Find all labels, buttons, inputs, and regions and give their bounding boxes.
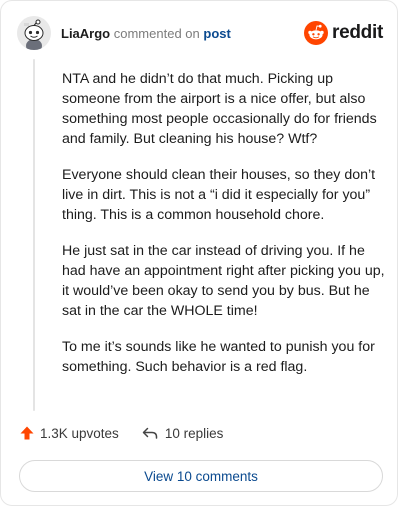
upvote-arrow-icon bbox=[20, 426, 34, 440]
reply-count: 10 replies bbox=[164, 425, 224, 441]
avatar[interactable] bbox=[17, 16, 51, 50]
byline: LiaArgo commented on post bbox=[61, 26, 231, 41]
snoo-avatar-icon bbox=[17, 16, 51, 50]
comment-paragraph: To me it’s sounds like he wanted to puni… bbox=[62, 339, 375, 375]
comment-header: LiaArgo commented on post reddit bbox=[17, 15, 383, 51]
reddit-logo[interactable]: reddit bbox=[304, 21, 383, 45]
comment-body: NTA and he didn’t do that much. Picking … bbox=[62, 69, 388, 393]
action-text: commented on bbox=[113, 25, 200, 41]
comment-paragraph: He just sat in the car instead of drivin… bbox=[62, 243, 385, 319]
comment-card: LiaArgo commented on post reddit NTA and… bbox=[0, 0, 398, 506]
view-comments-button[interactable]: View 10 comments bbox=[19, 460, 383, 492]
reddit-alien-icon bbox=[304, 21, 329, 45]
replies-button[interactable]: 10 replies bbox=[141, 425, 224, 441]
reddit-wordmark: reddit bbox=[332, 22, 383, 43]
reply-arrow-icon bbox=[142, 427, 158, 439]
comment-paragraph: Everyone should clean their houses, so t… bbox=[62, 167, 376, 223]
comment-paragraph: NTA and he didn’t do that much. Picking … bbox=[62, 71, 377, 147]
thread-line[interactable] bbox=[33, 59, 35, 411]
upvote-button[interactable]: 1.3K upvotes bbox=[19, 425, 119, 441]
upvote-count: 1.3K upvotes bbox=[40, 425, 119, 441]
username[interactable]: LiaArgo bbox=[61, 26, 110, 41]
comment-footer: 1.3K upvotes 10 replies bbox=[19, 425, 223, 441]
post-link[interactable]: post bbox=[203, 26, 230, 41]
